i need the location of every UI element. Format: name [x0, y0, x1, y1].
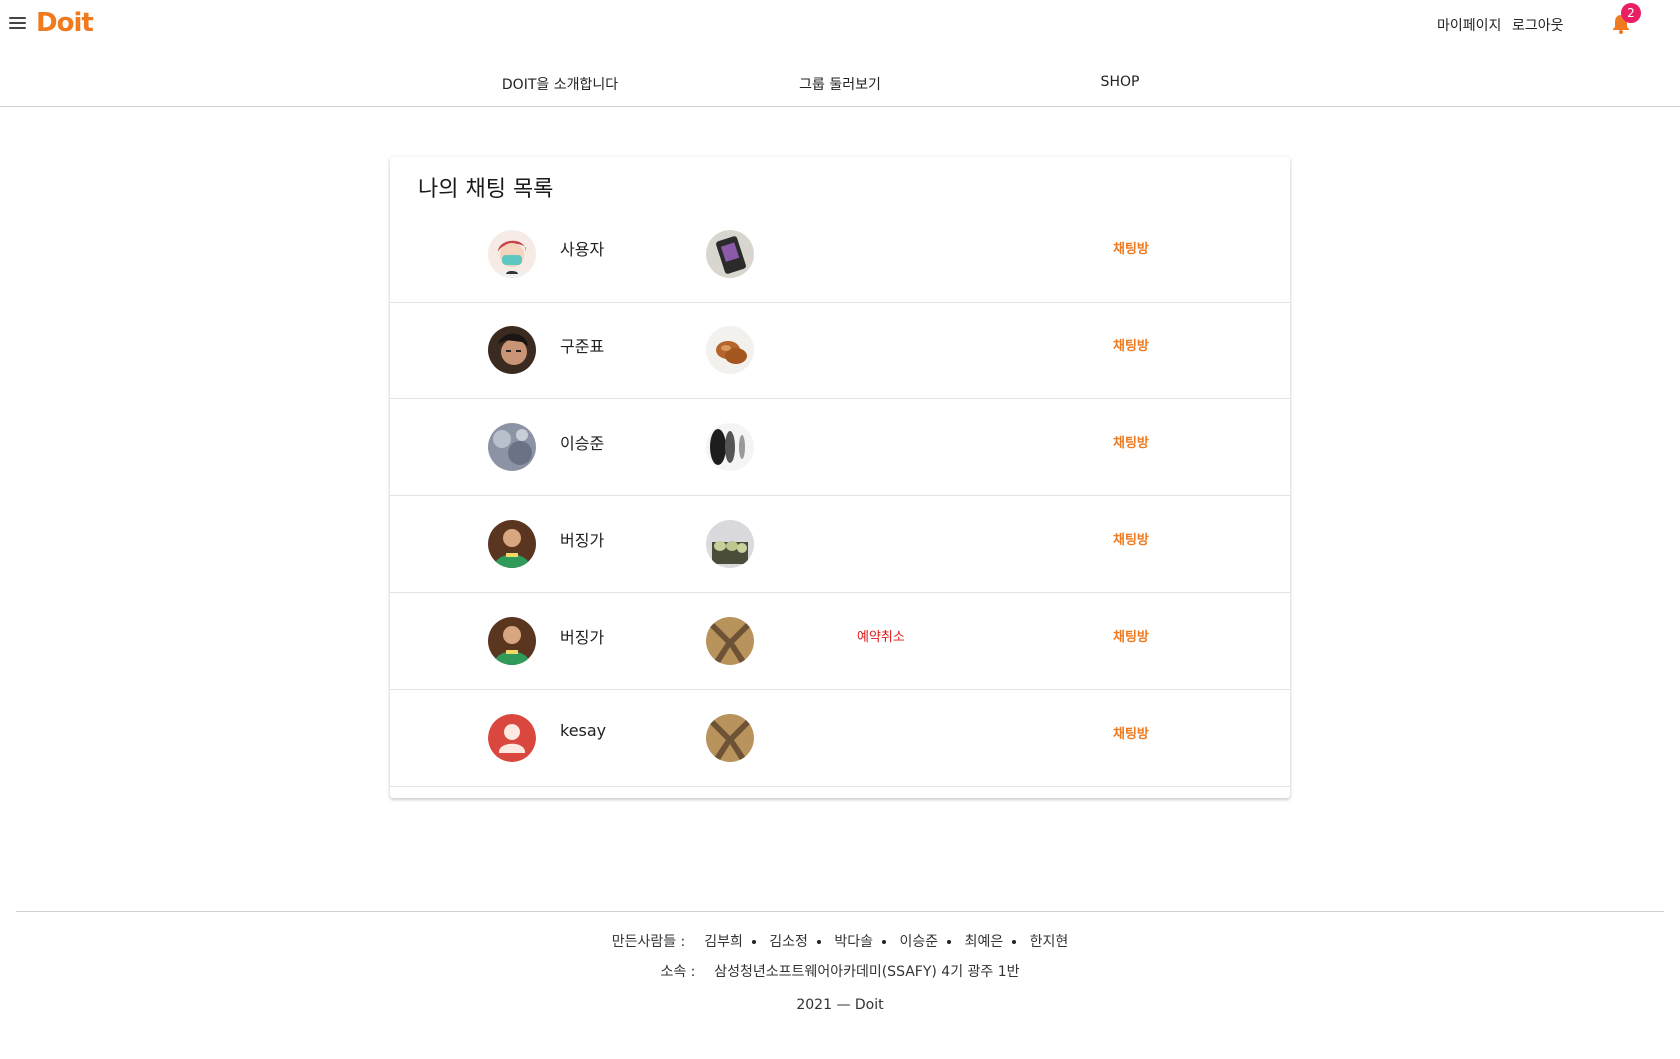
hamburger-menu-icon[interactable] [8, 15, 28, 31]
chat-row: 버징가 예약취소 채팅방 [390, 593, 1290, 690]
product-thumbnail[interactable] [706, 520, 754, 568]
footer-makers: 만든사람들 : 김부희 김소정 박다솔 이승준 최예은 한지현 [0, 931, 1680, 951]
user-name: 구준표 [560, 337, 605, 356]
main-nav: DOIT을 소개합니다 그룹 둘러보기 SHOP [0, 56, 1680, 107]
org-name: 삼성청년소프트웨어아카데미(SSAFY) 4기 광주 1반 [714, 964, 1020, 980]
maker-name: 박다솔 [834, 934, 874, 950]
footer-org: 소속 : 삼성청년소프트웨어아카데미(SSAFY) 4기 광주 1반 [0, 961, 1680, 981]
chat-row: 버징가 채팅방 [390, 496, 1290, 593]
user-avatar [488, 423, 536, 471]
user-name: 이승준 [560, 434, 605, 453]
nav-item-shop[interactable]: SHOP [1101, 74, 1140, 90]
cancel-reservation-link[interactable]: 예약취소 [857, 626, 905, 645]
makers-label: 만든사람들 : [611, 934, 686, 950]
chat-row: 이승준 채팅방 [390, 399, 1290, 496]
maker-name: 한지현 [1029, 934, 1069, 950]
chat-room-link[interactable]: 채팅방 [1113, 529, 1149, 548]
page-title: 나의 채팅 목록 [418, 177, 554, 202]
product-thumbnail[interactable] [706, 326, 754, 374]
user-avatar [488, 326, 536, 374]
product-thumbnail[interactable] [706, 423, 754, 471]
logo[interactable]: Doit [36, 8, 94, 38]
user-avatar [488, 230, 536, 278]
footer-divider [16, 911, 1664, 912]
nav-item-intro[interactable]: DOIT을 소개합니다 [502, 74, 618, 94]
user-avatar [488, 520, 536, 568]
org-label: 소속 : [660, 964, 696, 980]
product-thumbnail[interactable] [706, 714, 754, 762]
user-name: 사용자 [560, 240, 605, 259]
chat-row: 사용자 채팅방 [390, 205, 1290, 303]
user-avatar [488, 617, 536, 665]
nav-item-groups[interactable]: 그룹 둘러보기 [799, 74, 881, 94]
mypage-link[interactable]: 마이페이지 [1437, 15, 1501, 35]
chat-room-link[interactable]: 채팅방 [1113, 626, 1149, 645]
product-thumbnail[interactable] [706, 230, 754, 278]
chat-room-link[interactable]: 채팅방 [1113, 432, 1149, 451]
maker-name: 김부희 [704, 934, 743, 950]
logout-link[interactable]: 로그아웃 [1512, 15, 1564, 35]
user-name: 버징가 [560, 531, 605, 550]
chat-row: 구준표 채팅방 [390, 302, 1290, 399]
footer-copyright: 2021 — Doit [796, 997, 884, 1013]
chat-room-link[interactable]: 채팅방 [1113, 723, 1149, 742]
user-name: 버징가 [560, 628, 605, 647]
maker-name: 최예은 [964, 934, 1004, 950]
maker-name: 김소정 [769, 934, 808, 950]
chat-room-link[interactable]: 채팅방 [1113, 335, 1149, 354]
chat-list-card: 나의 채팅 목록 사용자 채팅방 구준표 채팅방 이승준 채팅방 버징가 채팅방… [390, 157, 1290, 798]
maker-name: 이승준 [899, 934, 939, 950]
top-bar: Doit 마이페이지 로그아웃 2 [0, 0, 1680, 50]
user-avatar [488, 714, 536, 762]
chat-room-link[interactable]: 채팅방 [1113, 238, 1149, 257]
chat-row: kesay 채팅방 [390, 690, 1290, 787]
user-name: kesay [560, 721, 607, 740]
notification-badge: 2 [1621, 3, 1641, 23]
product-thumbnail[interactable] [706, 617, 754, 665]
